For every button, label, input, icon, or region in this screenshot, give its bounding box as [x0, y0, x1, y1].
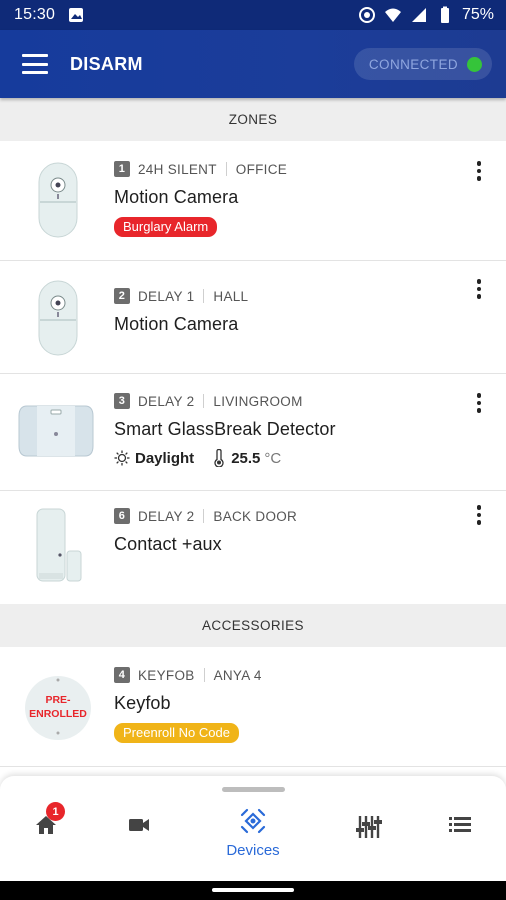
zone-room: BACK DOOR — [213, 508, 298, 524]
nav-events[interactable] — [430, 814, 490, 834]
nav-automation[interactable] — [339, 814, 399, 840]
motion-camera-device-icon — [18, 279, 98, 357]
notification-badge: 1 — [46, 802, 65, 821]
alarm-badge: Burglary Alarm — [114, 217, 218, 237]
zone-row[interactable]: 2 DELAY 1 HALL Motion Camera — [0, 261, 506, 374]
app-bar: DISARM CONNECTED — [0, 30, 506, 98]
more-options-icon[interactable] — [474, 279, 484, 299]
equalizer-icon — [356, 816, 382, 838]
connection-status: CONNECTED — [353, 48, 492, 80]
glassbreak-device-icon — [16, 404, 96, 458]
zone-room: OFFICE — [235, 161, 288, 177]
temperature-value: 25.5 — [231, 449, 261, 467]
zone-type: DELAY 2 — [138, 393, 195, 409]
nav-devices[interactable]: Devices — [223, 806, 283, 859]
device-name: Keyfob — [114, 693, 171, 713]
thermometer-icon — [214, 449, 224, 467]
nav-devices-label: Devices — [226, 842, 280, 859]
nav-cameras[interactable] — [109, 814, 169, 836]
drag-handle[interactable] — [222, 787, 285, 792]
sensor-readings: Daylight 25.5 °C — [114, 449, 336, 467]
battery-percent: 75% — [461, 6, 494, 23]
motion-camera-device-icon — [18, 161, 98, 239]
data-saver-icon — [358, 7, 375, 23]
nav-home[interactable]: 1 — [16, 802, 76, 836]
preenrolled-label: PRE- ENROLLED — [29, 694, 87, 720]
bottom-navigation: 1 Devices — [0, 776, 506, 881]
device-name: Motion Camera — [114, 314, 239, 334]
section-header-zones: ZONES — [0, 98, 506, 141]
home-gesture-handle[interactable] — [212, 888, 294, 892]
connection-label: CONNECTED — [368, 56, 458, 72]
zone-type: DELAY 2 — [138, 508, 195, 524]
zone-room: LIVINGROOM — [213, 393, 303, 409]
list-icon — [449, 817, 471, 832]
keyfob-device-icon: PRE- ENROLLED — [18, 675, 98, 741]
zone-type: DELAY 1 — [138, 288, 195, 304]
preenroll-badge: Preenroll No Code — [114, 723, 239, 743]
status-bar: 15:30 75% — [0, 0, 506, 30]
section-header-accessories: ACCESSORIES — [0, 604, 506, 647]
page-title: DISARM — [70, 53, 143, 74]
connection-dot-icon — [467, 56, 482, 72]
image-notification-icon — [69, 8, 84, 22]
status-time: 15:30 — [14, 6, 56, 23]
accessory-number: 4 — [114, 667, 130, 683]
zone-row[interactable]: 1 24H SILENT OFFICE Motion Camera Burglary… — [0, 141, 506, 261]
temperature-unit: °C — [264, 449, 282, 467]
accessory-row[interactable]: PRE- ENROLLED 4 KEYFOB ANYA 4 Keyfob Preen… — [0, 647, 506, 767]
device-name: Smart GlassBreak Detector — [114, 419, 336, 439]
wifi-icon — [384, 8, 401, 22]
contact-sensor-device-icon — [18, 507, 98, 583]
menu-icon[interactable] — [22, 54, 48, 74]
daylight-icon — [114, 450, 130, 466]
battery-icon — [440, 6, 449, 23]
devices-icon — [240, 808, 266, 834]
zone-row[interactable]: 3 DELAY 2 LIVINGROOM Smart GlassBreak Dete… — [0, 374, 506, 491]
system-navigation-bar — [0, 881, 506, 900]
device-name: Motion Camera — [114, 187, 239, 207]
zone-type: 24H SILENT — [138, 161, 217, 177]
accessory-type: KEYFOB — [138, 667, 195, 683]
zone-room: HALL — [213, 288, 249, 304]
more-options-icon[interactable] — [474, 505, 484, 525]
zone-number: 1 — [114, 161, 130, 177]
more-options-icon[interactable] — [474, 393, 484, 413]
zone-row[interactable]: 6 DELAY 2 BACK DOOR Contact +aux — [0, 491, 506, 604]
signal-icon — [411, 8, 426, 22]
light-value: Daylight — [135, 449, 195, 467]
device-list: ZONES 1 24H SILENT OFFICE Motion Camera Bu… — [0, 98, 506, 767]
device-name: Contact +aux — [114, 534, 222, 554]
zone-number: 2 — [114, 288, 130, 304]
zone-number: 6 — [114, 508, 130, 524]
camera-icon — [129, 819, 149, 831]
more-options-icon[interactable] — [474, 161, 484, 181]
accessory-owner: ANYA 4 — [213, 667, 262, 683]
zone-number: 3 — [114, 393, 130, 409]
